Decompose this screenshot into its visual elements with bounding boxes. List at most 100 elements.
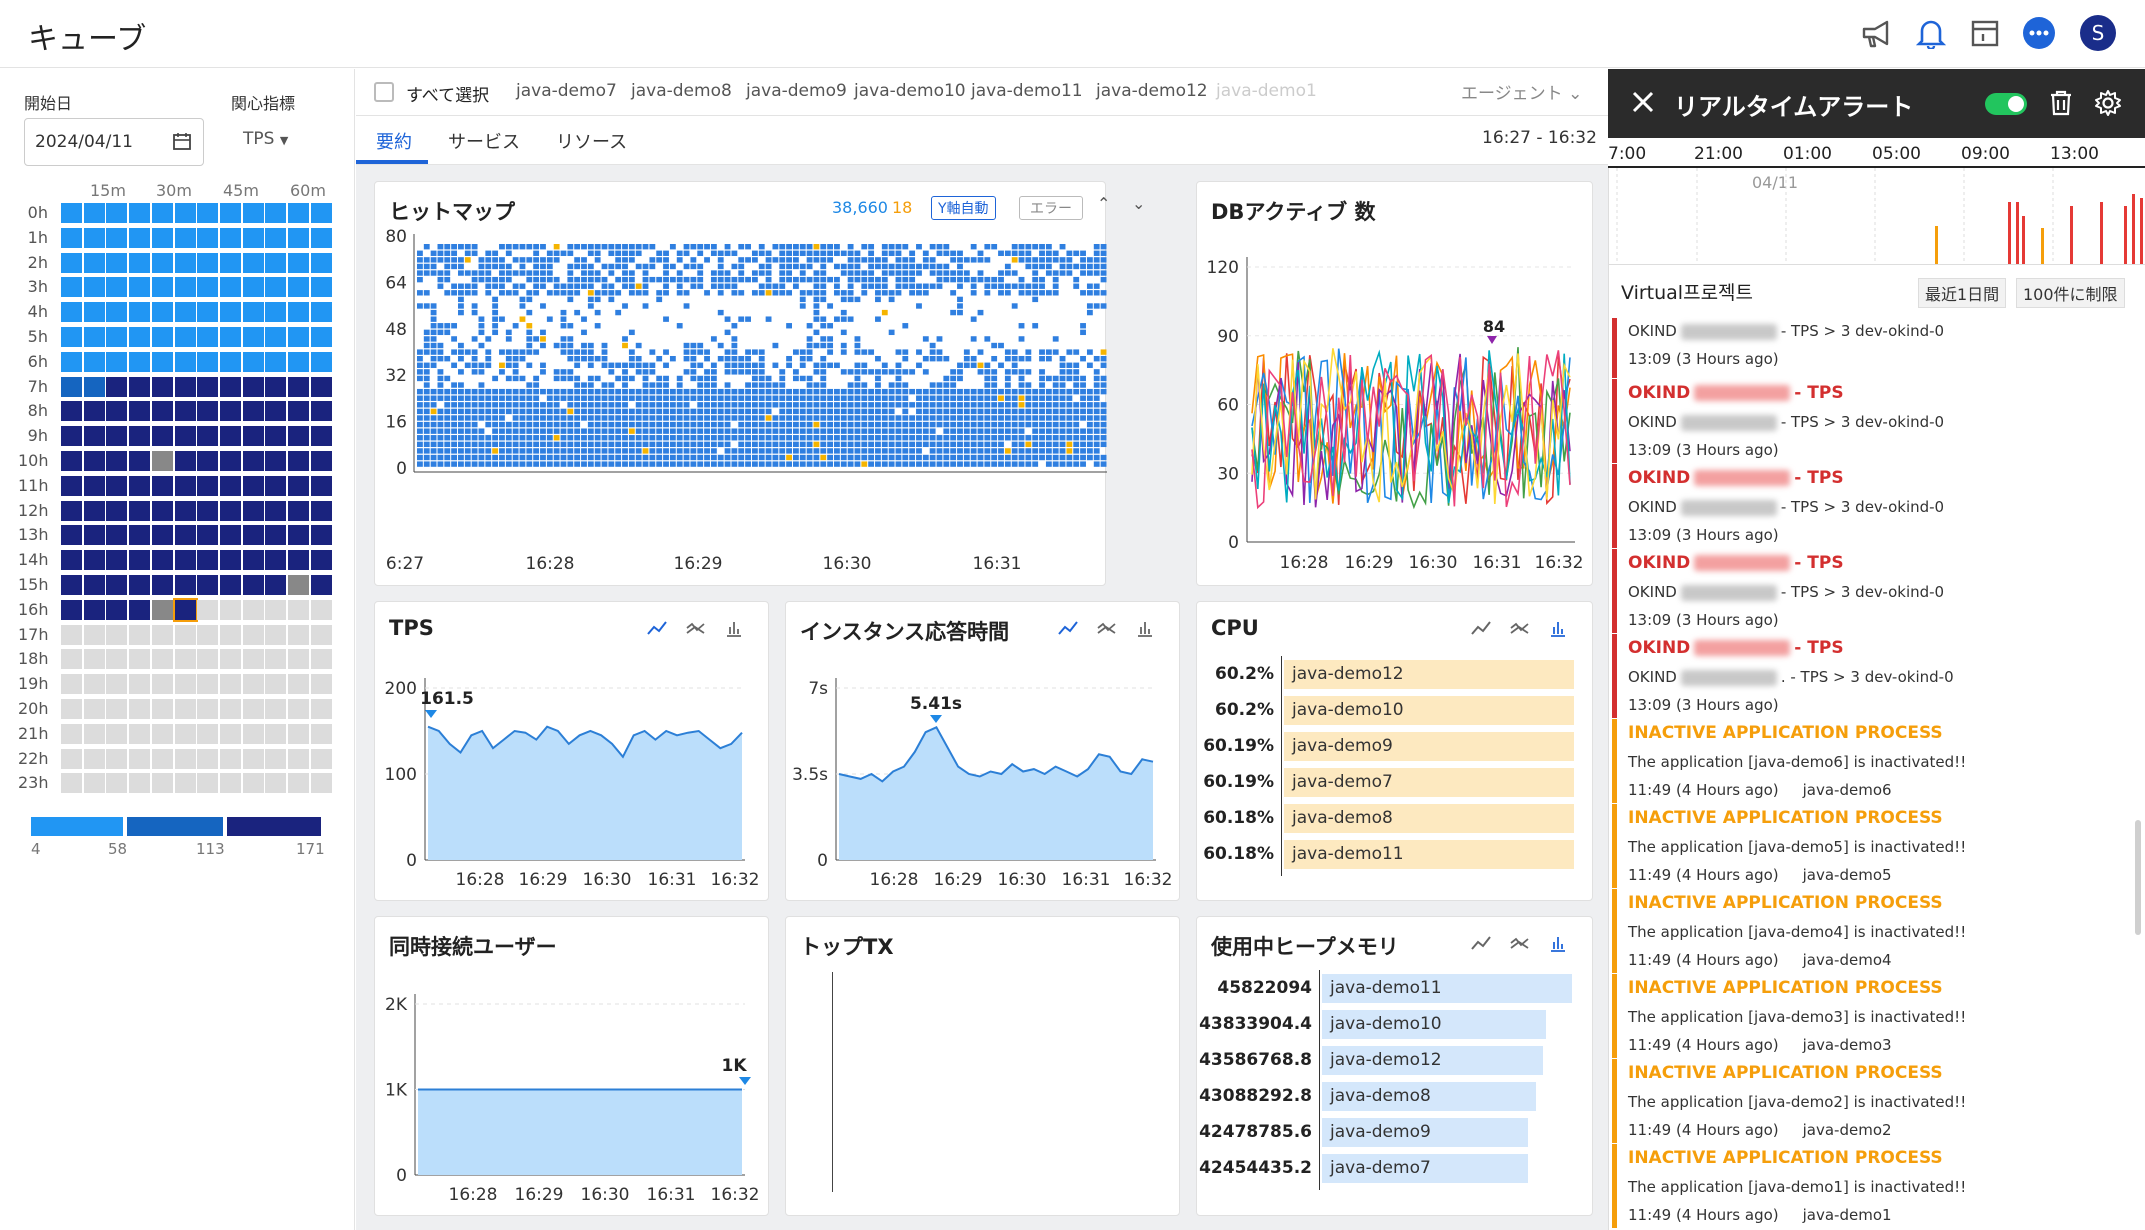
heatmap-cell[interactable]	[219, 451, 241, 471]
heatmap-cell[interactable]	[310, 699, 332, 719]
heatmap-cell[interactable]	[174, 227, 196, 248]
heatmap-cell[interactable]	[106, 351, 128, 372]
heatmap-cell[interactable]	[83, 500, 105, 521]
heatmap-cell[interactable]	[197, 277, 219, 298]
heatmap-cell[interactable]	[197, 649, 219, 670]
heatmap-cell[interactable]	[219, 401, 241, 422]
agent-chip[interactable]: java-demo11	[971, 81, 1083, 101]
tab-summary[interactable]: 要約	[376, 128, 412, 154]
heatmap-cell[interactable]	[83, 773, 105, 794]
heatmap-cell[interactable]	[288, 575, 309, 595]
heatmap-cell[interactable]	[197, 451, 219, 471]
heatmap-cell[interactable]	[310, 451, 332, 471]
heatmap-cell[interactable]	[151, 426, 173, 447]
heatmap-cell[interactable]	[106, 426, 128, 447]
heatmap-cell[interactable]	[83, 203, 105, 223]
heatmap-cell[interactable]	[288, 699, 309, 719]
heatmap-cell[interactable]	[174, 649, 196, 670]
heatmap-cell[interactable]	[197, 699, 219, 719]
heatmap-cell[interactable]	[106, 302, 128, 323]
heatmap-cell[interactable]	[174, 327, 196, 347]
alert-item[interactable]: INACTIVE APPLICATION PROCESS The applicat…	[1612, 974, 2132, 1058]
heatmap-cell[interactable]	[83, 475, 105, 496]
chat-icon[interactable]	[2020, 14, 2058, 52]
heatmap-cell[interactable]	[61, 624, 82, 645]
heatmap-cell[interactable]	[151, 674, 173, 695]
heatmap-cell[interactable]	[61, 277, 82, 298]
heatmap-cell[interactable]	[106, 748, 128, 769]
calendar-icon[interactable]	[1966, 14, 2004, 52]
heatmap-cell[interactable]	[265, 599, 287, 620]
heatmap-cell[interactable]	[288, 327, 309, 347]
heatmap-cell[interactable]	[197, 500, 219, 521]
heatmap-cell[interactable]	[106, 525, 128, 546]
heatmap-cell[interactable]	[129, 500, 151, 521]
heatmap-cell[interactable]	[151, 599, 173, 620]
heatmap-cell[interactable]	[129, 227, 151, 248]
heatmap-cell[interactable]	[151, 525, 173, 546]
heatmap-cell[interactable]	[197, 674, 219, 695]
alert-item[interactable]: OKIND - TPS OKIND - TPS > 3 dev-okind-0 13:0…	[1612, 379, 2132, 463]
heatmap-cell[interactable]	[197, 351, 219, 372]
alert-item[interactable]: INACTIVE APPLICATION PROCESS The applicat…	[1612, 804, 2132, 888]
heatmap-cell[interactable]	[288, 376, 309, 397]
alert-item[interactable]: OKIND - TPS OKIND. - TPS > 3 dev-okind-0 13…	[1612, 634, 2132, 718]
heatmap-cell[interactable]	[288, 475, 309, 496]
heatmap-cell[interactable]	[265, 525, 287, 546]
heatmap-cell[interactable]	[83, 649, 105, 670]
heatmap-cell[interactable]	[174, 302, 196, 323]
heatmap-cell[interactable]	[61, 575, 82, 595]
heatmap-cell[interactable]	[61, 500, 82, 521]
heatmap-cell[interactable]	[242, 302, 264, 323]
heatmap-cell[interactable]	[83, 351, 105, 372]
heatmap-cell[interactable]	[265, 550, 287, 571]
heatmap-cell[interactable]	[151, 475, 173, 496]
heatmap-cell[interactable]	[151, 327, 173, 347]
alert-item[interactable]: INACTIVE APPLICATION PROCESS The applicat…	[1612, 1144, 2132, 1228]
heatmap-cell[interactable]	[310, 575, 332, 595]
heatmap-cell[interactable]	[197, 327, 219, 347]
heatmap-cell[interactable]	[106, 277, 128, 298]
heatmap-cell[interactable]	[265, 748, 287, 769]
heatmap-cell[interactable]	[83, 699, 105, 719]
heatmap-cell[interactable]	[219, 624, 241, 645]
heatmap-cell[interactable]	[61, 426, 82, 447]
heatmap-cell[interactable]	[219, 699, 241, 719]
heatmap-cell[interactable]	[129, 699, 151, 719]
heatmap-cell[interactable]	[129, 550, 151, 571]
heatmap-cell[interactable]	[174, 500, 196, 521]
heatmap-cell[interactable]	[83, 748, 105, 769]
heatmap-cell[interactable]	[310, 252, 332, 273]
heatmap-cell[interactable]	[310, 351, 332, 372]
heatmap-cell[interactable]	[106, 723, 128, 744]
heatmap-cell[interactable]	[219, 599, 241, 620]
avatar[interactable]: S	[2080, 15, 2116, 51]
heatmap-cell[interactable]	[129, 277, 151, 298]
heatmap-cell[interactable]	[265, 302, 287, 323]
heatmap-cell[interactable]	[106, 500, 128, 521]
heatmap-cell[interactable]	[151, 550, 173, 571]
heatmap-cell[interactable]	[106, 624, 128, 645]
heatmap-cell[interactable]	[197, 252, 219, 273]
heatmap-cell[interactable]	[219, 277, 241, 298]
heatmap-cell[interactable]	[265, 624, 287, 645]
agent-dropdown[interactable]: エージェント ⌄	[1461, 79, 1582, 104]
heatmap-cell[interactable]	[288, 723, 309, 744]
heatmap-cell[interactable]	[242, 525, 264, 546]
agent-chip[interactable]: java-demo7	[516, 81, 617, 101]
heatmap-cell[interactable]	[83, 327, 105, 347]
heatmap-cell[interactable]	[219, 203, 241, 223]
trash-icon[interactable]	[2048, 89, 2074, 122]
heatmap-cell[interactable]	[129, 451, 151, 471]
heatmap-cell[interactable]	[129, 252, 151, 273]
heatmap-cell[interactable]	[197, 599, 219, 620]
heatmap-cell[interactable]	[106, 252, 128, 273]
heatmap-cell[interactable]	[219, 252, 241, 273]
heatmap-cell[interactable]	[106, 451, 128, 471]
megaphone-icon[interactable]	[1858, 14, 1896, 52]
heatmap-cell[interactable]	[242, 649, 264, 670]
heatmap-cell[interactable]	[174, 401, 196, 422]
heatmap-cell[interactable]	[310, 674, 332, 695]
heatmap-cell[interactable]	[129, 624, 151, 645]
heatmap-cell[interactable]	[151, 773, 173, 794]
